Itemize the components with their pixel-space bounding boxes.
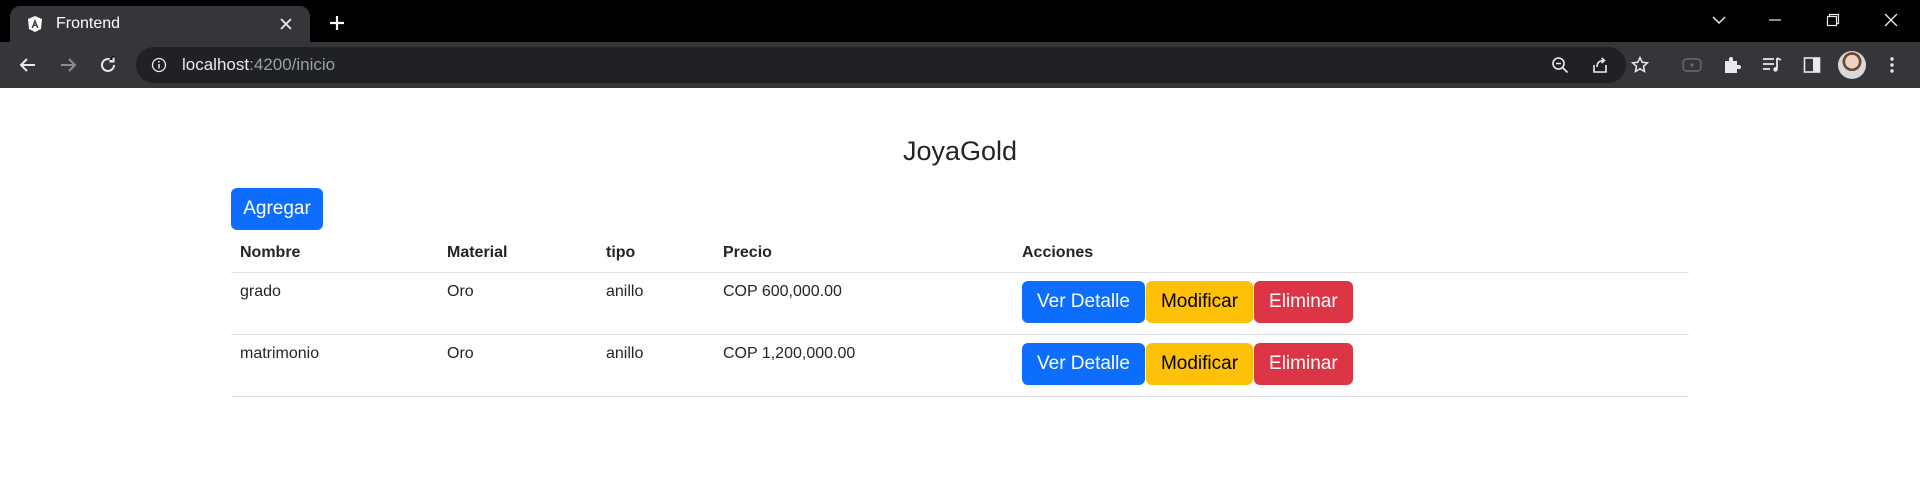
modify-button[interactable]: Modificar: [1145, 342, 1254, 385]
delete-button[interactable]: Eliminar: [1254, 280, 1353, 323]
cell-tipo: anillo: [597, 334, 714, 397]
share-icon[interactable]: [1588, 53, 1612, 77]
back-arrow-icon[interactable]: [12, 49, 44, 81]
restore-icon[interactable]: [1810, 0, 1856, 40]
cell-material: Oro: [438, 272, 597, 335]
header-precio: Precio: [714, 234, 1013, 273]
browser-tabstrip: Frontend: [0, 0, 1920, 42]
view-detail-button[interactable]: Ver Detalle: [1022, 280, 1145, 323]
bookmark-star-icon[interactable]: [1628, 53, 1652, 77]
row-actions: Ver Detalle Modificar Eliminar: [1022, 342, 1680, 385]
kebab-menu-icon[interactable]: [1878, 51, 1906, 79]
tab-search-chevron-icon[interactable]: [1696, 0, 1742, 40]
cell-nombre: grado: [231, 272, 438, 335]
cell-precio: COP 1,200,000.00: [714, 334, 1013, 397]
products-table: Nombre Material tipo Precio Acciones gra…: [231, 234, 1689, 397]
cast-icon[interactable]: [1678, 51, 1706, 79]
browser-toolbar: localhost:4200/inicio: [0, 42, 1920, 88]
add-button[interactable]: Agregar: [231, 188, 323, 230]
url-text: localhost:4200/inicio: [182, 55, 335, 75]
site-info-icon[interactable]: [150, 56, 168, 74]
cell-precio: COP 600,000.00: [714, 272, 1013, 335]
header-tipo: tipo: [597, 234, 714, 273]
view-detail-button[interactable]: Ver Detalle: [1022, 342, 1145, 385]
minimize-icon[interactable]: [1752, 0, 1798, 40]
cell-material: Oro: [438, 334, 597, 397]
table-row: matrimonio Oro anillo COP 1,200,000.00 V…: [231, 334, 1689, 397]
side-panel-icon[interactable]: [1798, 51, 1826, 79]
close-window-icon[interactable]: [1868, 0, 1914, 40]
close-tab-icon[interactable]: [274, 12, 298, 36]
new-tab-icon[interactable]: [322, 8, 352, 38]
cell-nombre: matrimonio: [231, 334, 438, 397]
header-acciones: Acciones: [1013, 234, 1689, 273]
tab-title: Frontend: [56, 15, 121, 32]
forward-arrow-icon[interactable]: [52, 49, 84, 81]
row-actions: Ver Detalle Modificar Eliminar: [1022, 280, 1680, 323]
browser-tab[interactable]: Frontend: [10, 6, 310, 42]
address-bar[interactable]: localhost:4200/inicio: [136, 47, 1649, 83]
url-path: :4200/inicio: [249, 55, 336, 74]
cell-acciones: Ver Detalle Modificar Eliminar: [1013, 272, 1689, 335]
extensions-puzzle-icon[interactable]: [1718, 51, 1746, 79]
modify-button[interactable]: Modificar: [1145, 280, 1254, 323]
cell-acciones: Ver Detalle Modificar Eliminar: [1013, 334, 1689, 397]
media-playlist-icon[interactable]: [1758, 51, 1786, 79]
zoom-icon[interactable]: [1548, 53, 1572, 77]
url-host: localhost: [182, 55, 250, 74]
table-header-row: Nombre Material tipo Precio Acciones: [231, 234, 1689, 273]
cell-tipo: anillo: [597, 272, 714, 335]
angular-favicon-icon: [26, 15, 44, 33]
delete-button[interactable]: Eliminar: [1254, 342, 1353, 385]
header-material: Material: [438, 234, 597, 273]
reload-icon[interactable]: [92, 49, 124, 81]
profile-avatar[interactable]: [1838, 51, 1866, 79]
header-nombre: Nombre: [231, 234, 438, 273]
page-title: JoyaGold: [902, 136, 1018, 166]
table-row: grado Oro anillo COP 600,000.00 Ver Deta…: [231, 272, 1689, 335]
